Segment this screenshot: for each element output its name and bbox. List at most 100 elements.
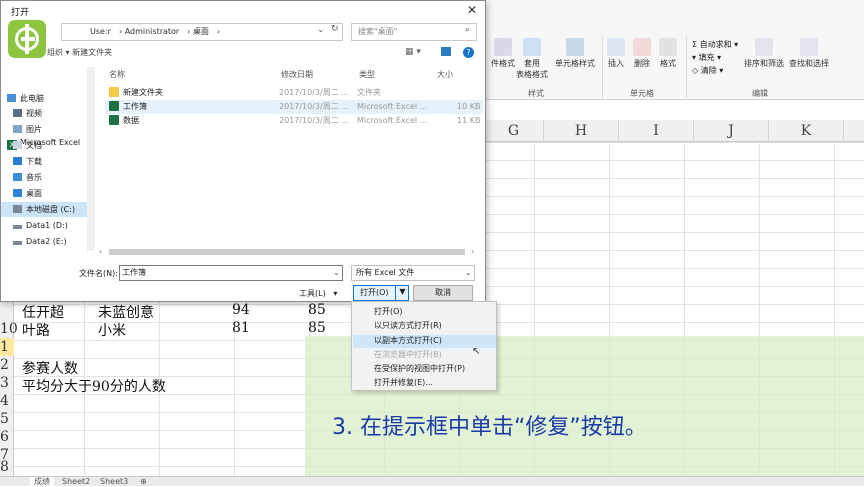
file-name-cell: 新建文件夹 [109,86,163,100]
column-header-i[interactable]: I [619,120,694,142]
column-headers: G H I J K [484,120,864,142]
open-options-menu: 打开(O) 以只读方式打开(R) 以副本方式打开(C) 在浏览器中打开(B) 在… [351,301,497,391]
drive-icon [13,241,22,245]
desktop-icon [13,189,22,197]
refresh-icon[interactable]: ↻ [331,24,339,34]
cell-style-button[interactable]: 单元格样式 [552,38,598,69]
table-format-button[interactable]: 套用 表格格式 [514,38,550,80]
row-header-18[interactable]: 8 [0,458,14,475]
folder-icon [109,87,119,97]
organize-toolbar[interactable]: 组织 ▾ 新建文件夹 [47,47,112,58]
scroll-thumb[interactable] [109,249,465,255]
menu-item-open-protected[interactable]: 在受保护的视图中打开(P) [374,362,465,375]
autosum-button[interactable]: Σ 自动求和 ▾ [692,38,738,51]
preview-pane-icon[interactable] [441,47,451,56]
cell-row9-v1[interactable]: 94 [232,302,250,318]
cell-row13-text[interactable]: 平均分大于90分的人数 [22,376,166,396]
column-header-j[interactable]: J [694,120,769,142]
chevron-down-icon[interactable]: ⌄ [333,268,340,277]
file-name-cell: 数据 [109,114,139,128]
nav-item-music[interactable]: 音乐 [1,170,94,185]
drive-icon [13,225,22,229]
row-header-14[interactable]: 4 [0,392,14,410]
nav-scrollbar[interactable] [87,67,95,251]
nav-item-videos[interactable]: 视频 [1,106,94,121]
row-headers: 10 1 2 3 4 5 6 7 8 [0,300,18,476]
column-header-k[interactable]: K [769,120,844,142]
scroll-left-icon[interactable]: ‹ [99,247,102,256]
file-date-cell: 2017/10/3/周二 ... [279,116,349,125]
insert-cells-button[interactable]: 插入 [604,38,628,69]
file-type-select[interactable]: 所有 Excel 文件 [351,265,475,281]
fill-button[interactable]: ▾ 填充 ▾ [692,51,738,64]
menu-item-open-copy[interactable]: 以副本方式打开(C) [374,334,442,347]
document-icon [13,141,22,149]
address-bar[interactable]: Use:r › Administrator › 桌面 › [61,23,343,41]
help-icon[interactable]: ? [463,47,474,58]
file-date-cell: 2017/10/3/周二 ... [279,102,349,111]
close-icon[interactable]: ✕ [467,3,477,17]
address-dropdown-icon[interactable]: ⌄ [317,25,325,35]
chevron-down-icon[interactable]: ⌄ [465,268,472,277]
cell-row9-v2[interactable]: 85 [308,302,326,318]
row-header-10[interactable]: 10 [0,320,18,338]
cell-row12-text[interactable]: 参赛人数 [22,358,78,378]
column-name-header[interactable]: 名称 [109,69,125,80]
file-size-cell: 11 KB [457,116,481,125]
nav-item-downloads[interactable]: 下载 [1,154,94,169]
cell-row10-name[interactable]: 叶路 [22,320,50,340]
clear-button[interactable]: ◇ 清除 ▾ [692,64,738,77]
dialog-title: 打开 [11,8,30,18]
breadcrumb-user[interactable]: Use:r [90,27,111,36]
breadcrumb-desktop[interactable]: 桌面 [193,27,209,36]
cell-row10-v2[interactable]: 85 [308,320,326,336]
cancel-button[interactable]: 取消 [413,285,473,301]
computer-icon [7,94,16,102]
filename-input[interactable]: 工作簿 [119,265,343,281]
column-date-header[interactable]: 修改日期 [281,69,313,80]
row-header-13[interactable]: 3 [0,374,14,392]
column-size-header[interactable]: 大小 [437,69,453,80]
nav-item-data2[interactable]: Data2 (E:) [1,234,94,249]
row-header-11[interactable]: 1 [0,338,14,356]
edit-small-buttons: Σ 自动求和 ▾ ▾ 填充 ▾ ◇ 清除 ▾ [692,38,738,77]
nav-item-local-disk[interactable]: 本地磁盘 (C:) [1,202,94,217]
nav-item-documents[interactable]: 文档 [1,138,94,153]
file-row[interactable]: 工作簿 2017/10/3/周二 ... Microsoft Excel ...… [105,100,483,114]
file-name-cell: 工作簿 [109,100,147,114]
menu-item-open[interactable]: 打开(O) [374,305,403,318]
sheet-tab-bar: 成绩 Sheet2 Sheet3 ⊕ [0,476,864,487]
row-header-16[interactable]: 6 [0,428,14,446]
breadcrumb-administrator[interactable]: Administrator [125,27,180,36]
view-options-icon[interactable]: ▦ ▾ [405,47,421,57]
file-row[interactable]: 数据 2017/10/3/周二 ... Microsoft Excel ... … [105,114,483,128]
horizontal-scrollbar[interactable]: ‹ › [99,247,479,257]
scroll-right-icon[interactable]: › [471,247,474,256]
nav-item-data1[interactable]: Data1 (D:) [1,218,94,233]
file-row[interactable]: 新建文件夹 2017/10/3/周二 ... 文件夹 [105,86,483,100]
sort-filter-button[interactable]: 排序和筛选 [744,38,784,69]
tools-button[interactable]: 工具(L) ▾ [299,288,337,299]
search-input[interactable]: 搜索"桌面" [351,23,477,41]
row-header-12[interactable]: 2 [0,356,14,374]
nav-item-this-pc[interactable]: 此电脑 [1,91,94,106]
row-header-15[interactable]: 5 [0,410,14,428]
nav-item-pictures[interactable]: 图片 [1,122,94,137]
cell-row9-name[interactable]: 任开超 [22,302,64,322]
file-type-cell: 文件夹 [357,88,381,97]
delete-cells-button[interactable]: 删除 [630,38,654,69]
file-type-cell: Microsoft Excel ... [357,102,428,111]
cell-row10-team[interactable]: 小米 [98,320,126,340]
cell-row9-team[interactable]: 未蓝创意 [98,302,154,322]
nav-item-desktop[interactable]: 桌面 [1,186,94,201]
find-select-button[interactable]: 查找和选择 [788,38,830,69]
column-type-header[interactable]: 类型 [359,69,375,80]
open-options-dropdown-icon[interactable]: ▼ [395,285,409,301]
column-header-g[interactable]: G [484,120,544,142]
column-header-h[interactable]: H [544,120,619,142]
menu-item-open-readonly[interactable]: 以只读方式打开(R) [374,319,442,332]
menu-item-open-repair[interactable]: 打开并修复(E)... [374,376,433,389]
format-cells-button[interactable]: 格式 [656,38,680,69]
search-icon: ⌕ [465,25,471,35]
cell-row10-v1[interactable]: 81 [232,320,250,336]
